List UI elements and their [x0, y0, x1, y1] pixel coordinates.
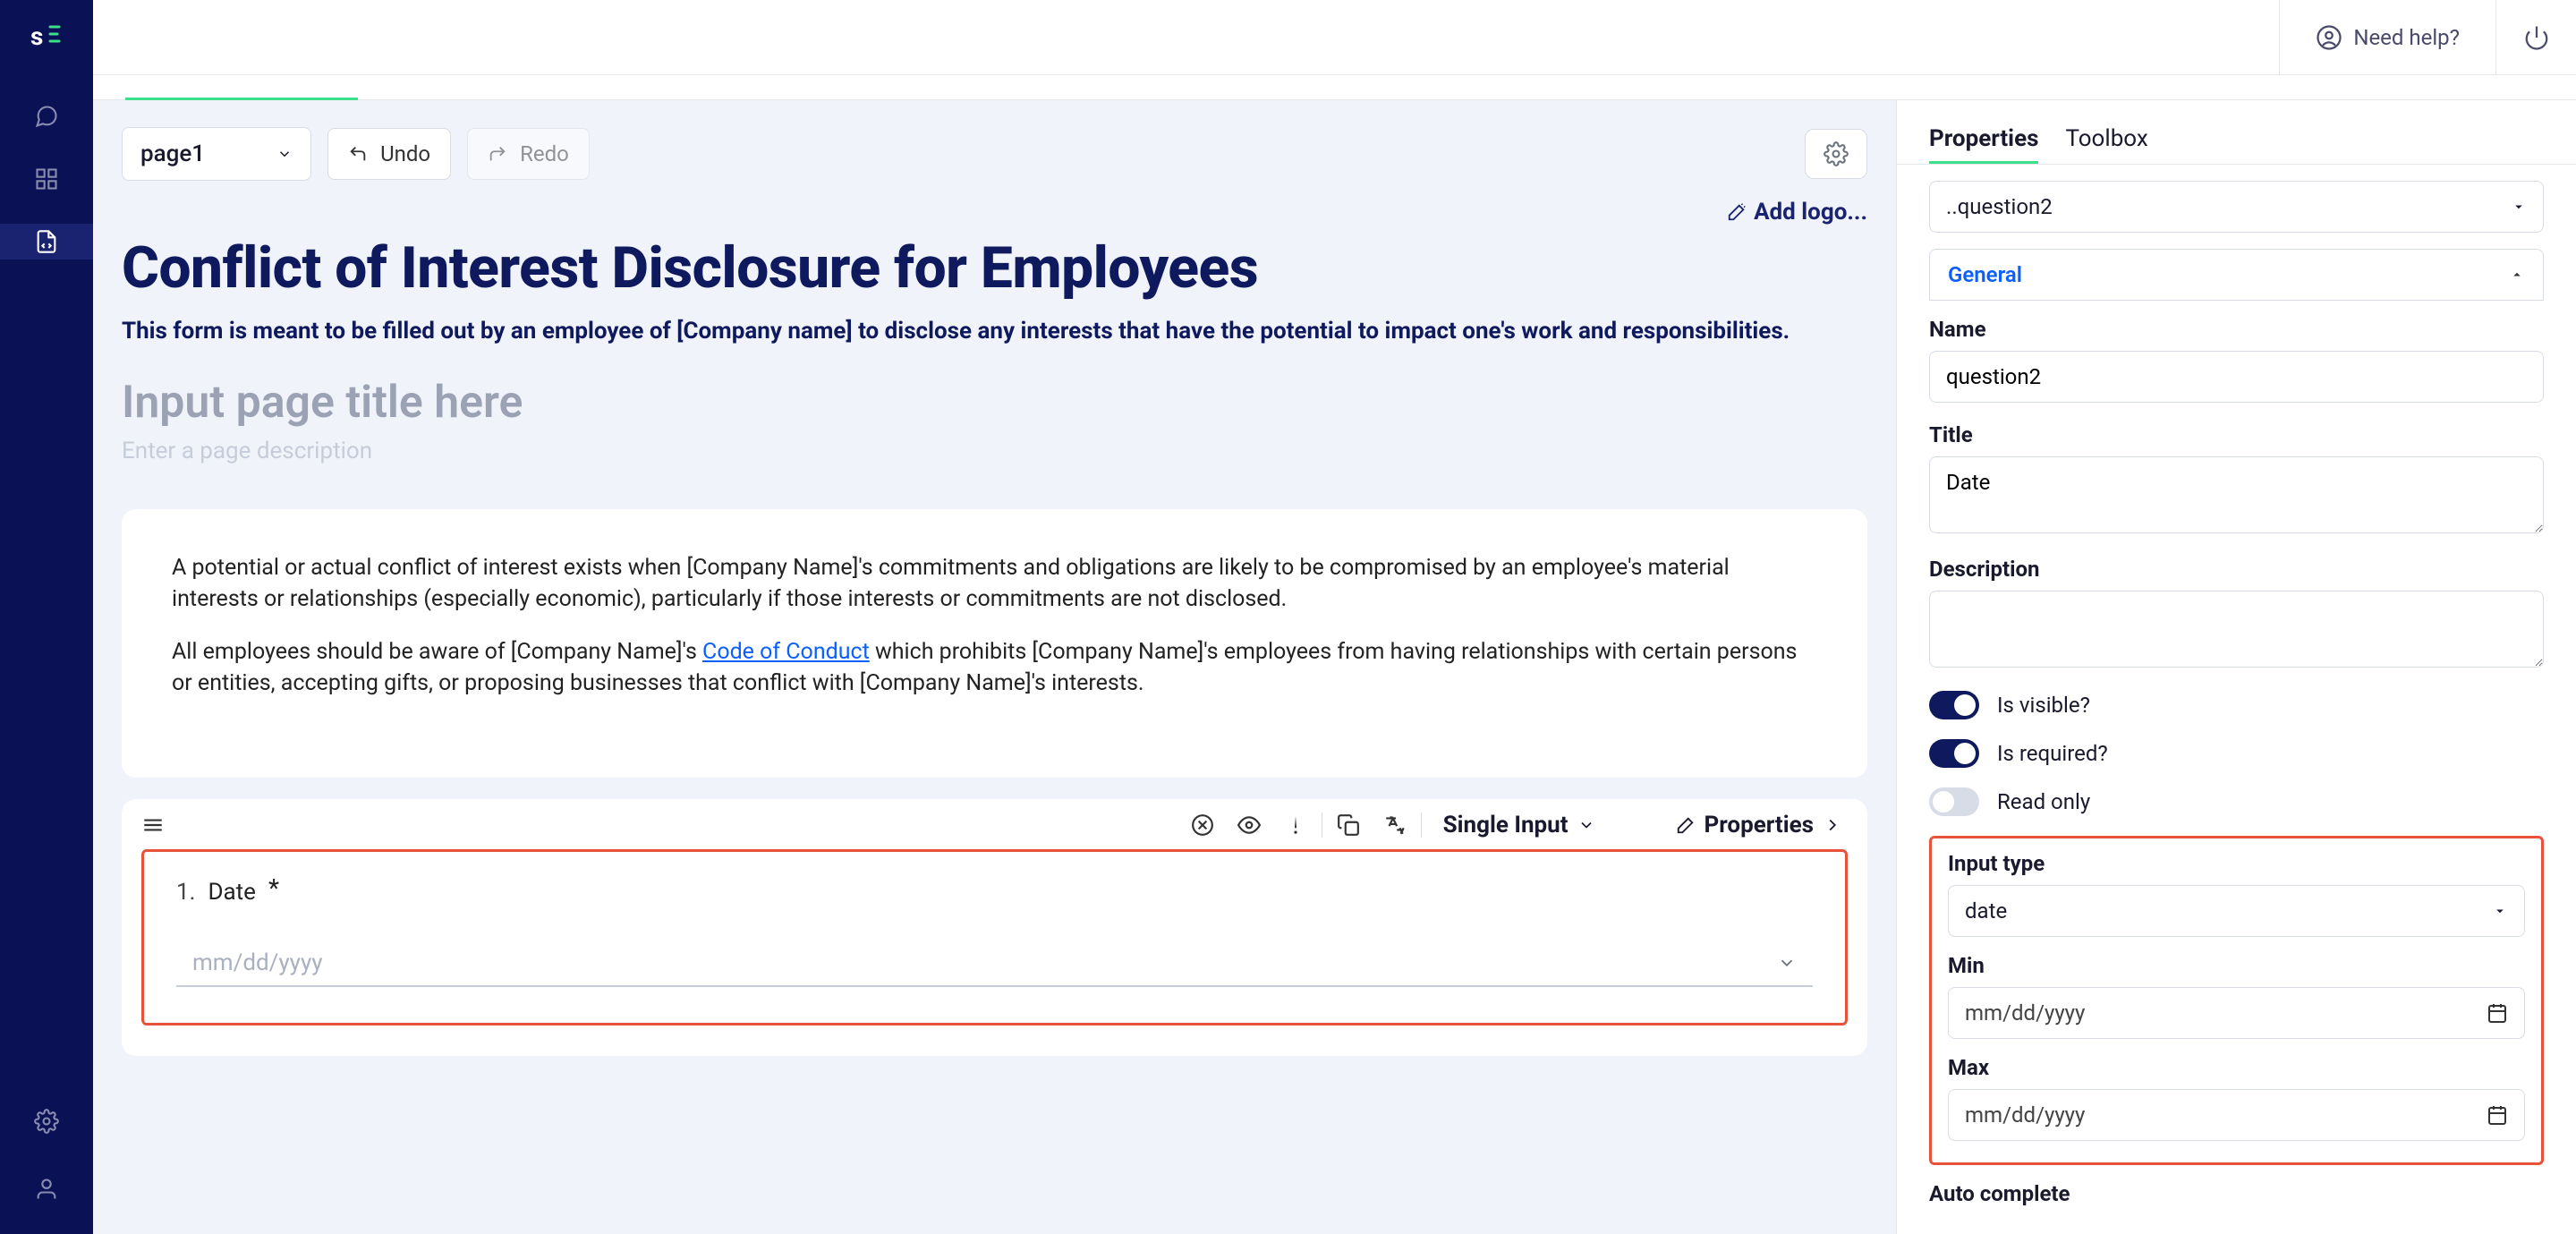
label-input-type: Input type [1948, 851, 2525, 876]
toggle-is-required[interactable] [1929, 739, 1979, 768]
add-logo-label: Add logo... [1754, 199, 1867, 226]
label-is-visible: Is visible? [1997, 693, 2090, 718]
accordion-general-label: General [1948, 262, 2022, 287]
wand-icon [1676, 815, 1696, 835]
panel-tabs: Properties Toolbox [1897, 100, 2576, 165]
label-min: Min [1948, 953, 2525, 978]
svg-text:s: s [30, 21, 43, 51]
toggle-is-visible[interactable] [1929, 691, 1979, 719]
label-read-only: Read only [1997, 789, 2090, 814]
input-name[interactable] [1929, 351, 2544, 403]
toggle-read-only[interactable] [1929, 787, 1979, 816]
canvas-settings-button[interactable] [1805, 129, 1867, 179]
open-properties-button[interactable]: Properties [1676, 812, 1842, 838]
date-input[interactable]: mm/dd/yyyy [176, 942, 1813, 987]
question-block: Single Input Properties [122, 799, 1867, 1056]
gear-icon [1824, 141, 1849, 166]
undo-label: Undo [380, 141, 430, 166]
need-help-button[interactable]: Need help? [2279, 0, 2495, 74]
page-selector[interactable]: page1 [122, 127, 311, 181]
tab-toolbox[interactable]: Toolbox [2065, 116, 2147, 164]
min-date-placeholder: mm/dd/yyyy [1965, 1000, 2085, 1025]
canvas-toolbar: page1 Undo Redo [122, 127, 1867, 181]
translate-button[interactable] [1383, 813, 1407, 837]
sidebar-nav-forms[interactable] [0, 224, 93, 260]
chevron-right-icon [1823, 815, 1842, 835]
tab-strip [93, 75, 2576, 100]
properties-label: Properties [1705, 812, 1814, 838]
add-logo-button[interactable]: Add logo... [122, 199, 1867, 226]
need-help-label: Need help? [2353, 25, 2460, 50]
undo-icon [348, 144, 368, 164]
help-icon [2316, 24, 2342, 51]
chevron-down-icon [1777, 953, 1797, 973]
delete-question-button[interactable] [1191, 813, 1214, 837]
input-max-date[interactable]: mm/dd/yyyy [1948, 1089, 2525, 1141]
element-selector-dropdown[interactable]: ..question2 [1929, 181, 2544, 233]
caret-down-icon [2511, 199, 2527, 215]
label-title: Title [1929, 422, 2544, 447]
date-placeholder: mm/dd/yyyy [192, 949, 323, 976]
drag-handle-icon[interactable] [141, 813, 165, 837]
code-of-conduct-link[interactable]: Code of Conduct [702, 639, 870, 665]
input-title[interactable]: Date [1929, 456, 2544, 533]
required-toggle-button[interactable] [1284, 813, 1307, 837]
question-selected-outline[interactable]: 1. Date * mm/dd/yyyy [141, 849, 1848, 1025]
page-description-input[interactable]: Enter a page description [122, 438, 1867, 464]
right-panel: Properties Toolbox ..question2 General N… [1896, 100, 2576, 1234]
sidebar-nav-profile[interactable] [0, 1171, 93, 1207]
question-type-label: Single Input [1443, 812, 1569, 838]
calendar-icon [2487, 1002, 2508, 1024]
chevron-down-icon [276, 146, 293, 162]
calendar-icon [2487, 1104, 2508, 1126]
logo: s [29, 18, 64, 54]
chevron-down-icon [1577, 816, 1595, 834]
power-button[interactable] [2495, 0, 2576, 74]
wand-icon [1727, 202, 1747, 222]
input-min-date[interactable]: mm/dd/yyyy [1948, 987, 2525, 1039]
input-type-highlight: Input type date Min mm/dd/yyyy Max mm/d [1929, 836, 2544, 1165]
element-selector-value: ..question2 [1946, 194, 2053, 219]
canvas-area: page1 Undo Redo [93, 100, 1896, 1234]
info-paragraph-2: All employees should be aware of [Compan… [172, 636, 1817, 699]
duplicate-button[interactable] [1337, 813, 1360, 837]
left-sidebar: s [0, 0, 93, 1234]
redo-button: Redo [467, 128, 590, 180]
caret-up-icon [2509, 267, 2525, 283]
question-number: 1. [176, 879, 195, 906]
undo-button[interactable]: Undo [327, 128, 451, 180]
input-description[interactable] [1929, 591, 2544, 668]
info-text-block[interactable]: A potential or actual conflict of intere… [122, 509, 1867, 778]
top-header: Need help? [93, 0, 2576, 75]
label-description: Description [1929, 557, 2544, 582]
page-title-input[interactable]: Input page title here [122, 377, 1867, 429]
sidebar-nav-settings[interactable] [0, 1103, 93, 1139]
accordion-general[interactable]: General [1929, 249, 2544, 301]
question-toolbar: Single Input Properties [136, 806, 1853, 844]
select-input-type-value: date [1965, 898, 2007, 923]
info-paragraph-1: A potential or actual conflict of intere… [172, 552, 1817, 615]
visibility-button[interactable] [1237, 813, 1261, 837]
form-title[interactable]: Conflict of Interest Disclosure for Empl… [122, 234, 1867, 302]
page-selector-label: page1 [140, 140, 205, 167]
form-subtitle[interactable]: This form is meant to be filled out by a… [122, 318, 1867, 345]
label-is-required: Is required? [1997, 741, 2108, 766]
active-tab-underline [125, 98, 358, 100]
required-mark: * [268, 873, 279, 903]
label-max: Max [1948, 1055, 2525, 1080]
sidebar-nav-dashboard[interactable] [0, 161, 93, 197]
sidebar-nav-chat[interactable] [0, 98, 93, 134]
max-date-placeholder: mm/dd/yyyy [1965, 1102, 2085, 1128]
redo-label: Redo [520, 141, 569, 166]
question-type-dropdown[interactable]: Single Input [1436, 812, 1603, 838]
question-label: Date [208, 879, 256, 906]
power-icon [2523, 24, 2550, 51]
select-input-type[interactable]: date [1948, 885, 2525, 937]
caret-down-icon [2492, 903, 2508, 919]
redo-icon [488, 144, 507, 164]
label-auto-complete: Auto complete [1929, 1181, 2544, 1206]
tab-properties[interactable]: Properties [1929, 116, 2038, 164]
label-name: Name [1929, 317, 2544, 342]
